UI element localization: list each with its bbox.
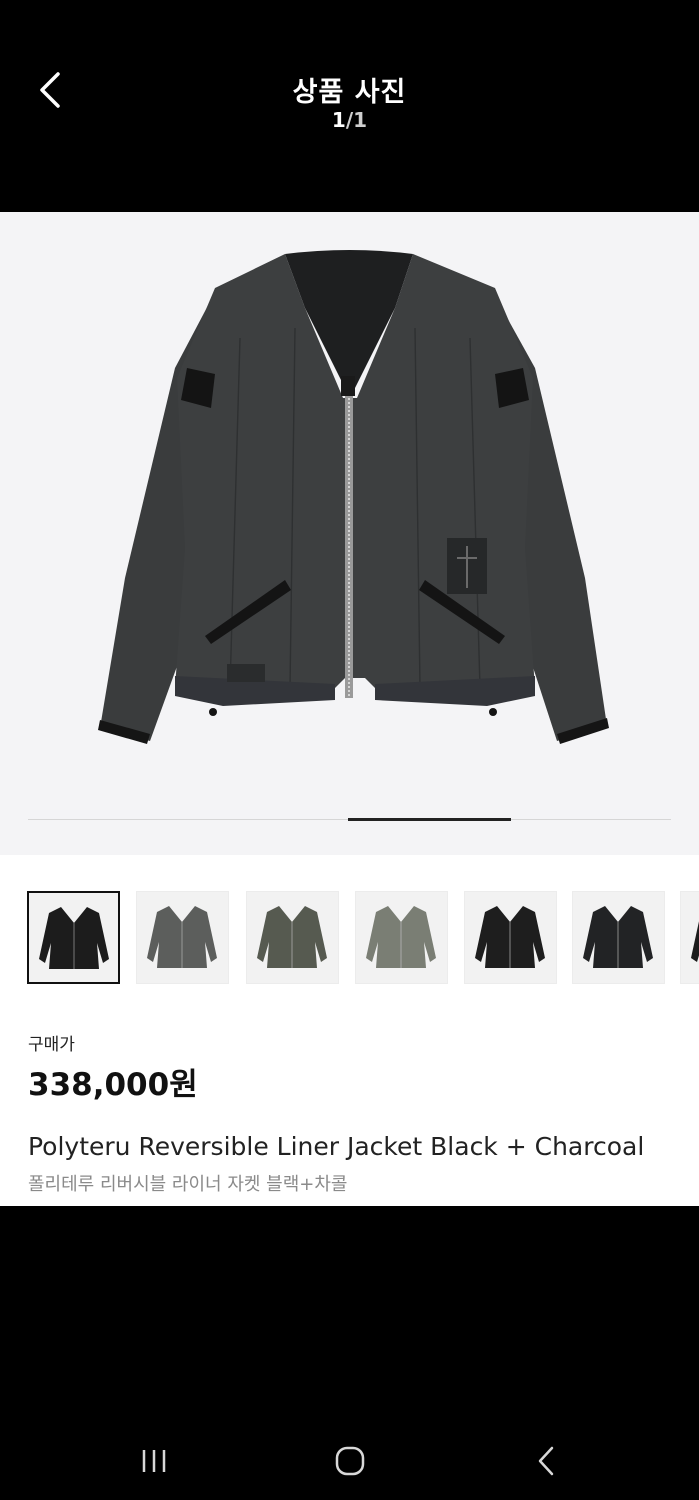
photo-counter: 1/1 bbox=[0, 108, 699, 132]
recent-apps-button[interactable] bbox=[134, 1442, 174, 1482]
photo-counter-current: 1 bbox=[331, 108, 346, 132]
product-name: Polyteru Reversible Liner Jacket Black +… bbox=[28, 1132, 645, 1161]
thumbnail-3[interactable] bbox=[246, 891, 339, 984]
home-icon bbox=[335, 1446, 365, 1476]
thumbnail-7[interactable] bbox=[680, 891, 699, 984]
system-back-button[interactable] bbox=[526, 1442, 566, 1482]
product-name-korean: 폴리테루 리버시블 라이너 자켓 블랙+차콜 bbox=[28, 1174, 348, 1195]
thumbnail-image bbox=[147, 906, 217, 968]
thumbnail-image bbox=[475, 906, 545, 968]
nav-back-icon bbox=[538, 1446, 554, 1476]
thumbnail-strip[interactable] bbox=[27, 891, 699, 986]
home-button[interactable] bbox=[330, 1442, 370, 1482]
product-details: 구매가 338,000원 Polyteru Reversible Liner J… bbox=[0, 855, 699, 1206]
gallery-progress-indicator bbox=[348, 818, 511, 821]
photo-counter-total: 1 bbox=[353, 108, 368, 132]
recent-apps-icon bbox=[142, 1450, 166, 1472]
thumbnail-6[interactable] bbox=[572, 891, 665, 984]
thumbnail-image bbox=[691, 921, 699, 962]
thumbnail-image bbox=[583, 906, 653, 968]
thumbnail-image bbox=[39, 907, 109, 969]
thumbnail-image bbox=[366, 906, 436, 968]
thumbnail-2[interactable] bbox=[136, 891, 229, 984]
thumbnail-1[interactable] bbox=[27, 891, 120, 984]
price-label: 구매가 bbox=[28, 1035, 75, 1055]
thumbnail-image bbox=[257, 906, 327, 968]
thumbnail-5[interactable] bbox=[464, 891, 557, 984]
thumbnail-4[interactable] bbox=[355, 891, 448, 984]
price-value: 338,000원 bbox=[28, 1067, 198, 1103]
system-navigation-bar bbox=[0, 1206, 699, 1500]
page-title: 상품 사진 bbox=[292, 77, 407, 108]
top-bar: 상품 사진 1/1 bbox=[0, 0, 699, 212]
product-photo-viewer[interactable] bbox=[0, 212, 699, 855]
product-photo bbox=[98, 250, 609, 744]
